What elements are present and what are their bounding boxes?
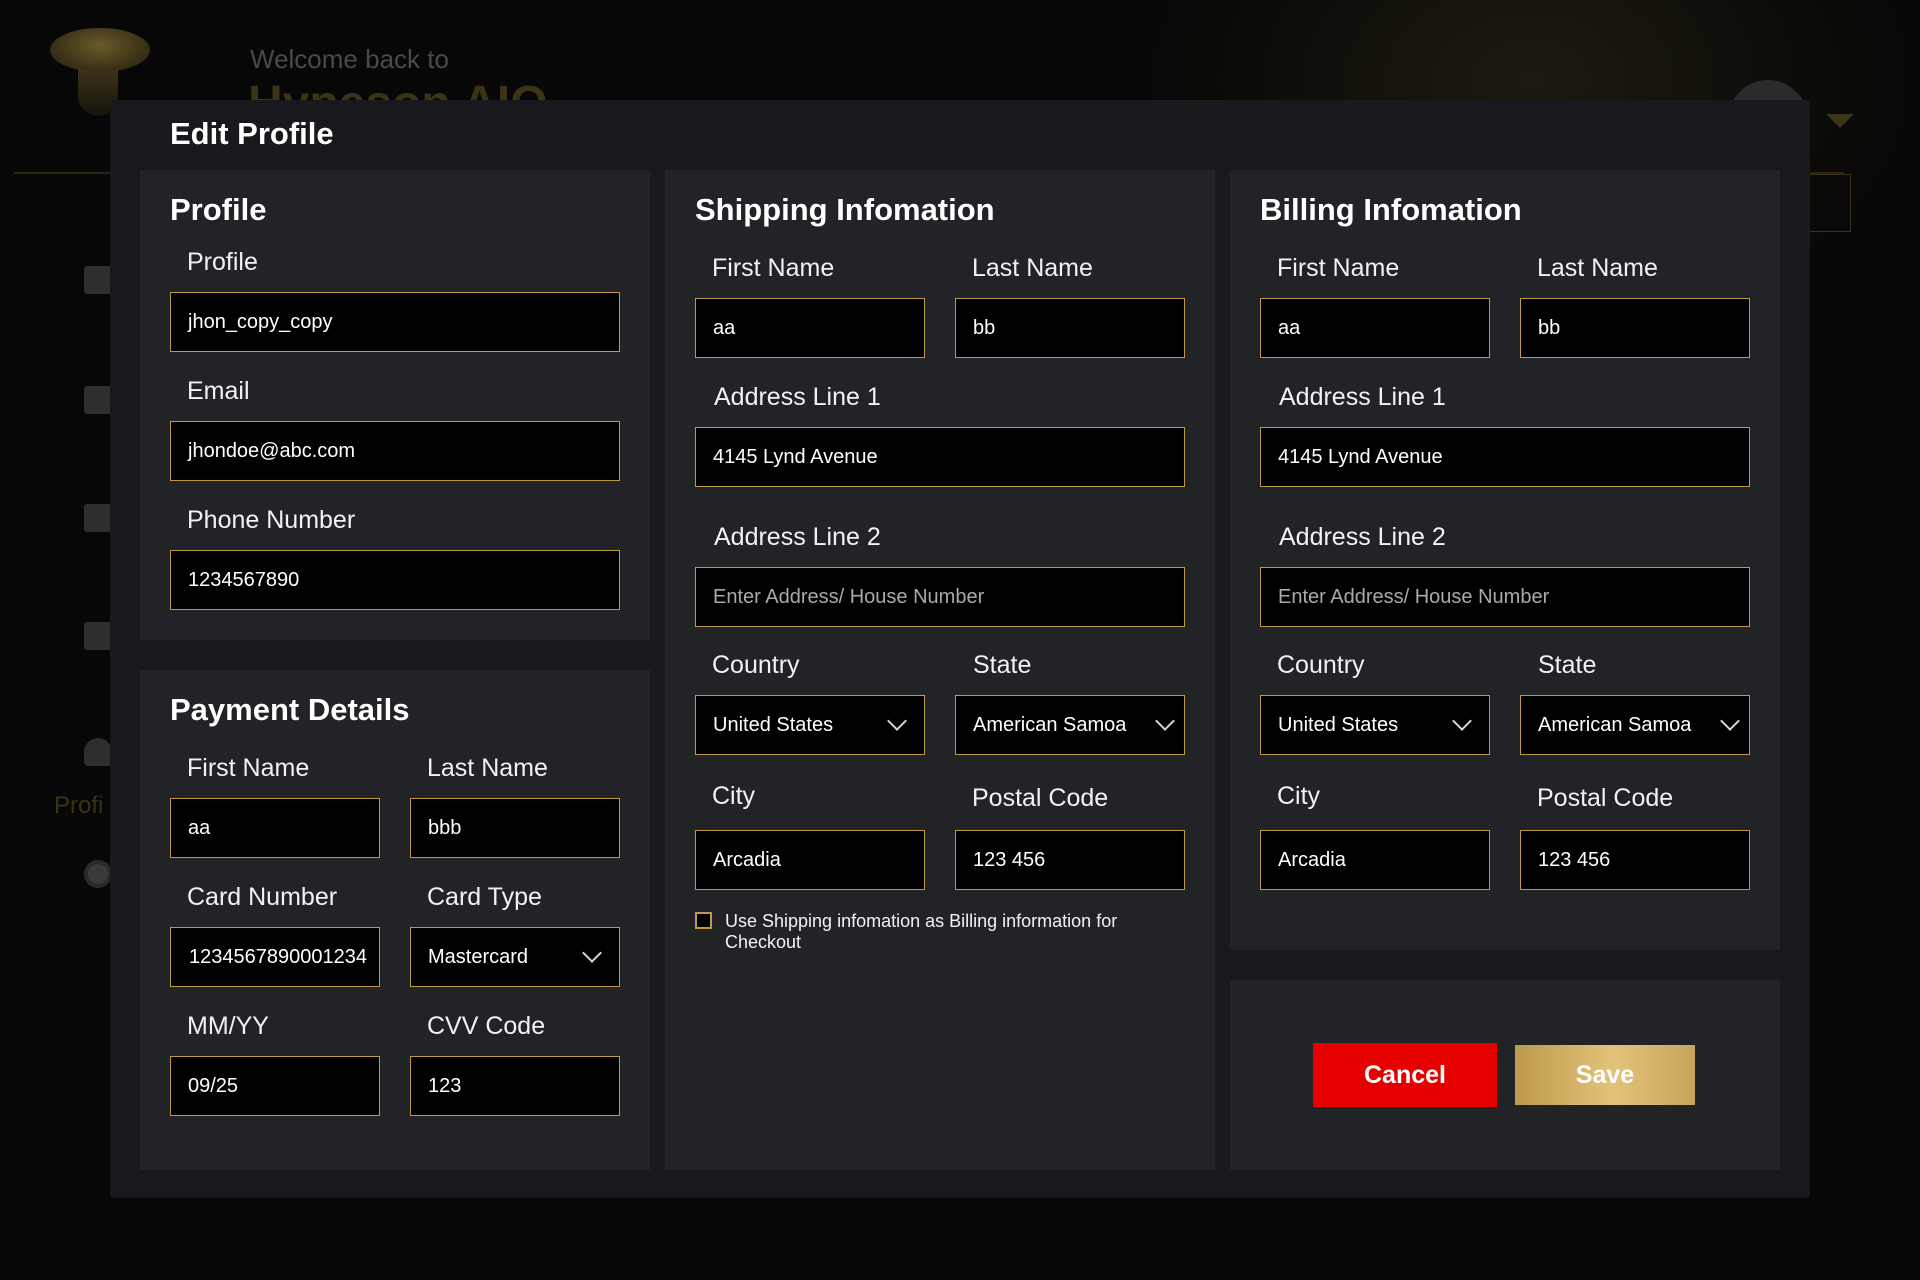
shipping-address1-label: Address Line 1	[714, 383, 881, 411]
shipping-last-name-input[interactable]: bb	[955, 298, 1185, 358]
brand-text: Hypeson AIO	[248, 76, 548, 100]
cvv-input[interactable]: 123	[410, 1056, 620, 1116]
billing-city-input[interactable]: Arcadia	[1260, 830, 1490, 890]
gear-icon	[84, 860, 112, 888]
chevron-down-icon	[1452, 711, 1472, 731]
billing-address2-input[interactable]: Enter Address/ House Number	[1260, 567, 1750, 627]
card-type-label: Card Type	[427, 883, 542, 911]
shipping-country-label: Country	[712, 651, 800, 679]
welcome-text: Welcome back to	[250, 44, 449, 74]
modal-title: Edit Profile	[170, 116, 334, 151]
card-type-value: Mastercard	[428, 945, 529, 968]
shipping-panel: Shipping Infomation First Name Last Name…	[665, 170, 1215, 1170]
billing-last-name-input[interactable]: bb	[1520, 298, 1750, 358]
logo-icon	[50, 28, 150, 72]
shipping-address2-input[interactable]: Enter Address/ House Number	[695, 567, 1185, 627]
billing-country-label: Country	[1277, 651, 1365, 679]
actions-panel: Cancel Save	[1230, 980, 1780, 1170]
shipping-first-name-label: First Name	[712, 254, 835, 282]
same-as-billing-text: Use Shipping infomation as Billing infor…	[725, 911, 1118, 952]
shipping-postal-label: Postal Code	[972, 784, 1109, 812]
payment-first-name-label: First Name	[187, 754, 310, 782]
billing-postal-input[interactable]: 123 456	[1520, 830, 1750, 890]
shipping-postal-input[interactable]: 123 456	[955, 830, 1185, 890]
payment-section-title: Payment Details	[170, 692, 410, 727]
billing-first-name-input[interactable]: aa	[1260, 298, 1490, 358]
card-type-select[interactable]: Mastercard	[410, 927, 620, 987]
profile-label: Profile	[187, 248, 258, 276]
shipping-last-name-label: Last Name	[972, 254, 1093, 282]
payment-last-name-input[interactable]: bbb	[410, 798, 620, 858]
shipping-city-input[interactable]: Arcadia	[695, 830, 925, 890]
billing-panel: Billing Infomation First Name Last Name …	[1230, 170, 1780, 950]
calculator-icon	[84, 504, 112, 532]
chevron-down-icon	[582, 943, 602, 963]
payment-first-name-input[interactable]: aa	[170, 798, 380, 858]
expiry-label: MM/YY	[187, 1012, 269, 1040]
payment-last-name-label: Last Name	[427, 754, 548, 782]
billing-address1-label: Address Line 1	[1279, 383, 1446, 411]
shipping-address1-input[interactable]: 4145 Lynd Avenue	[695, 427, 1185, 487]
email-field[interactable]: jhondoe@abc.com	[170, 421, 620, 481]
billing-postal-label: Postal Code	[1537, 784, 1674, 812]
billing-address2-label: Address Line 2	[1279, 523, 1446, 551]
card-number-label: Card Number	[187, 883, 338, 911]
billing-last-name-label: Last Name	[1537, 254, 1658, 282]
shipping-state-value: American Samoa	[973, 713, 1127, 736]
phone-label: Phone Number	[187, 506, 356, 534]
shipping-address2-label: Address Line 2	[714, 523, 881, 551]
shipping-state-label: State	[973, 651, 1032, 679]
shipping-country-value: United States	[713, 713, 834, 736]
shipping-country-select[interactable]: United States	[695, 695, 925, 755]
email-label: Email	[187, 377, 250, 405]
expiry-input[interactable]: 09/25	[170, 1056, 380, 1116]
shipping-city-label: City	[712, 782, 756, 810]
payment-panel: Payment Details First Name Last Name aa …	[140, 670, 650, 1170]
sidebar-label-profile: Profi	[54, 792, 104, 819]
billing-address1-input[interactable]: 4145 Lynd Avenue	[1260, 427, 1750, 487]
billing-section-title: Billing Infomation	[1260, 192, 1522, 227]
shipping-state-select[interactable]: American Samoa	[955, 695, 1185, 755]
avatar	[1728, 80, 1808, 102]
profile-section-title: Profile	[170, 192, 267, 227]
same-as-billing-checkbox[interactable]	[695, 912, 712, 929]
phone-field[interactable]: 1234567890	[170, 550, 620, 610]
cvv-label: CVV Code	[427, 1012, 546, 1040]
save-button[interactable]: Save	[1515, 1045, 1695, 1105]
shipping-first-name-input[interactable]: aa	[695, 298, 925, 358]
billing-state-label: State	[1538, 651, 1597, 679]
billing-country-select[interactable]: United States	[1260, 695, 1490, 755]
chevron-down-icon	[887, 711, 907, 731]
profile-panel: Profile Profile jhon_copy_copy Email jho…	[140, 170, 650, 640]
chevron-down-icon	[1720, 711, 1740, 731]
billing-first-name-label: First Name	[1277, 254, 1400, 282]
briefcase-icon	[84, 622, 112, 650]
cancel-button[interactable]: Cancel	[1313, 1043, 1497, 1107]
billing-state-select[interactable]: American Samoa	[1520, 695, 1750, 755]
account-caret-icon	[1826, 114, 1854, 128]
billing-city-label: City	[1277, 782, 1321, 810]
billing-state-value: American Samoa	[1538, 713, 1692, 736]
billing-country-value: United States	[1278, 713, 1399, 736]
profile-name-input[interactable]: jhon_copy_copy	[170, 292, 620, 352]
shipping-section-title: Shipping Infomation	[695, 192, 995, 227]
user-icon	[84, 738, 112, 766]
dashboard-icon	[84, 266, 112, 294]
chevron-down-icon	[1155, 711, 1175, 731]
clipboard-icon	[84, 386, 112, 414]
card-number-input[interactable]: 1234567890001234	[170, 927, 380, 987]
edit-profile-modal: Edit Profile Profile Profile jhon_copy_c…	[110, 100, 1810, 1198]
